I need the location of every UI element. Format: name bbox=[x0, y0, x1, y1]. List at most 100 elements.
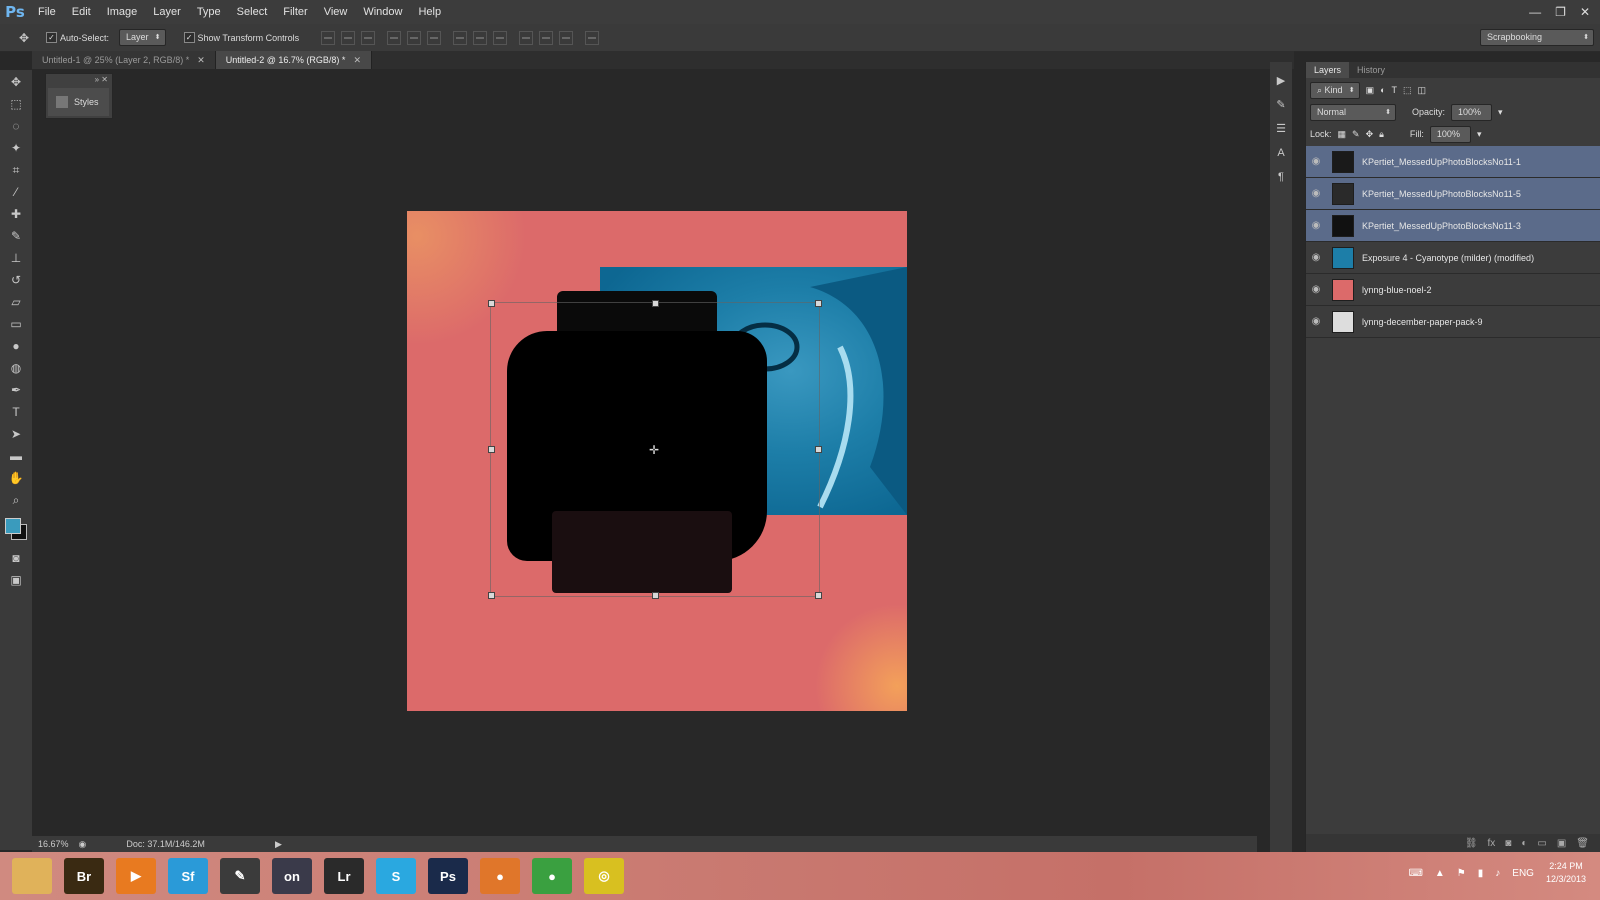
taskbar-app-firefox[interactable]: ● bbox=[480, 858, 520, 894]
keyboard-icon[interactable]: ⌨ bbox=[1408, 868, 1422, 879]
taskbar-app-other-app[interactable]: ◎ bbox=[584, 858, 624, 894]
visibility-eye-icon[interactable]: ◉ bbox=[1306, 220, 1326, 231]
pen-tool-icon[interactable]: ✒ bbox=[6, 380, 26, 400]
link-layers-icon[interactable]: ⛓ bbox=[1465, 838, 1478, 849]
transform-handle[interactable] bbox=[815, 592, 822, 599]
distribute-right-icon[interactable] bbox=[559, 30, 574, 45]
taskbar-app-file-explorer[interactable] bbox=[12, 858, 52, 894]
close-icon[interactable]: ✕ bbox=[197, 51, 205, 69]
clone-stamp-tool-icon[interactable]: ⊥ bbox=[6, 248, 26, 268]
taskbar-app-chrome[interactable]: ● bbox=[532, 858, 572, 894]
tray-arrow-icon[interactable]: ▲ bbox=[1435, 868, 1445, 879]
lock-all-icon[interactable]: 🔒︎ bbox=[1379, 129, 1384, 140]
dodge-tool-icon[interactable]: ◍ bbox=[6, 358, 26, 378]
add-mask-icon[interactable]: ◙ bbox=[1505, 838, 1511, 849]
menu-layer[interactable]: Layer bbox=[145, 0, 189, 24]
auto-align-icon[interactable] bbox=[585, 30, 600, 45]
trash-icon[interactable]: 🗑︎ bbox=[1576, 838, 1589, 849]
doc-tab-untitled-2[interactable]: Untitled-2 @ 16.7% (RGB/8) * ✕ bbox=[215, 51, 372, 69]
close-button[interactable]: ✕ bbox=[1580, 5, 1590, 19]
history-brush-tool-icon[interactable]: ↺ bbox=[6, 270, 26, 290]
opacity-input[interactable]: 100% bbox=[1451, 103, 1493, 121]
menu-image[interactable]: Image bbox=[99, 0, 146, 24]
crop-tool-icon[interactable]: ⌗ bbox=[6, 160, 26, 180]
marquee-tool-icon[interactable]: ⬚ bbox=[6, 94, 26, 114]
tab-layers[interactable]: Layers bbox=[1306, 62, 1350, 78]
restore-button[interactable]: ❐ bbox=[1555, 5, 1566, 19]
taskbar-app-skype[interactable]: S bbox=[376, 858, 416, 894]
opacity-arrow-icon[interactable]: ▾ bbox=[1498, 107, 1503, 118]
taskbar-app-bridge[interactable]: Br bbox=[64, 858, 104, 894]
taskbar-app-photoshop[interactable]: Ps bbox=[428, 858, 468, 894]
align-hcenter-icon[interactable] bbox=[407, 30, 422, 45]
transform-handle[interactable] bbox=[488, 446, 495, 453]
distribute-hcenter-icon[interactable] bbox=[539, 30, 554, 45]
flag-icon[interactable]: ⚑ bbox=[1457, 868, 1466, 879]
quick-mask-icon[interactable]: ◙ bbox=[6, 548, 26, 568]
lasso-tool-icon[interactable]: ◌ bbox=[6, 116, 26, 136]
fill-arrow-icon[interactable]: ▾ bbox=[1477, 129, 1482, 140]
show-transform-toggle[interactable]: ✓ Show Transform Controls bbox=[183, 32, 299, 43]
layer-row[interactable]: ◉ KPertiet_MessedUpPhotoBlocksNo11-1 bbox=[1306, 146, 1600, 178]
gradient-tool-icon[interactable]: ▭ bbox=[6, 314, 26, 334]
layer-row[interactable]: ◉ Exposure 4 - Cyanotype (milder) (modifi… bbox=[1306, 242, 1600, 274]
menu-window[interactable]: Window bbox=[355, 0, 410, 24]
minimize-button[interactable]: — bbox=[1529, 5, 1541, 19]
taskbar-app-pen-app[interactable]: ✎ bbox=[220, 858, 260, 894]
align-left-icon[interactable] bbox=[387, 30, 402, 45]
lock-image-icon[interactable]: ✎ bbox=[1352, 129, 1360, 140]
zoom-tool-icon[interactable]: ⌕ bbox=[6, 490, 26, 510]
close-icon[interactable]: ✕ bbox=[353, 51, 361, 69]
volume-icon[interactable]: ♪ bbox=[1495, 868, 1500, 879]
tab-history[interactable]: History bbox=[1349, 62, 1393, 78]
menu-filter[interactable]: Filter bbox=[275, 0, 315, 24]
eyedropper-tool-icon[interactable]: ⁄ bbox=[6, 182, 26, 202]
align-bottom-icon[interactable] bbox=[361, 30, 376, 45]
new-layer-icon[interactable]: ▣ bbox=[1557, 838, 1566, 849]
taskbar-app-lightroom[interactable]: Lr bbox=[324, 858, 364, 894]
crosshair-icon[interactable]: ✛ bbox=[649, 443, 659, 457]
rectangle-tool-icon[interactable]: ▬ bbox=[6, 446, 26, 466]
align-top-icon[interactable] bbox=[321, 30, 336, 45]
checkbox-icon[interactable]: ✓ bbox=[46, 32, 57, 43]
transform-handle[interactable] bbox=[815, 446, 822, 453]
document-canvas[interactable]: ✛ bbox=[407, 211, 907, 711]
auto-select-toggle[interactable]: ✓ Auto-Select: bbox=[46, 32, 109, 43]
brush-tool-icon[interactable]: ✎ bbox=[6, 226, 26, 246]
zoom-level[interactable]: 16.67% bbox=[38, 839, 69, 849]
new-group-icon[interactable]: ▭ bbox=[1537, 838, 1546, 849]
layer-row[interactable]: ◉ KPertiet_MessedUpPhotoBlocksNo11-5 bbox=[1306, 178, 1600, 210]
move-tool-preset-icon[interactable]: ✥ bbox=[14, 28, 34, 48]
menu-edit[interactable]: Edit bbox=[64, 0, 99, 24]
hand-tool-icon[interactable]: ✋ bbox=[6, 468, 26, 488]
visibility-eye-icon[interactable]: ◉ bbox=[1306, 188, 1326, 199]
fill-input[interactable]: 100% bbox=[1429, 125, 1471, 143]
filter-smart-object-icon[interactable]: ◫ bbox=[1418, 85, 1427, 96]
menu-type[interactable]: Type bbox=[189, 0, 229, 24]
status-menu-arrow-icon[interactable]: ▶ bbox=[275, 839, 282, 850]
align-right-icon[interactable] bbox=[427, 30, 442, 45]
fx-icon[interactable]: fx bbox=[1488, 838, 1496, 849]
distribute-vcenter-icon[interactable] bbox=[473, 30, 488, 45]
type-tool-icon[interactable]: T bbox=[6, 402, 26, 422]
doc-tab-untitled-1[interactable]: Untitled-1 @ 25% (Layer 2, RGB/8) * ✕ bbox=[32, 51, 216, 69]
transform-bounding-box[interactable]: ✛ bbox=[488, 300, 822, 599]
filter-type-icon[interactable]: T bbox=[1392, 85, 1398, 95]
healing-brush-tool-icon[interactable]: ✚ bbox=[6, 204, 26, 224]
close-icon[interactable]: » ✕ bbox=[95, 75, 108, 84]
foreground-color-swatch[interactable] bbox=[5, 518, 21, 534]
character-icon[interactable]: A bbox=[1272, 144, 1290, 162]
path-selection-tool-icon[interactable]: ➤ bbox=[6, 424, 26, 444]
checkbox-icon[interactable]: ✓ bbox=[183, 32, 195, 43]
eraser-tool-icon[interactable]: ▱ bbox=[6, 292, 26, 312]
tool-presets-icon[interactable]: ✎ bbox=[1272, 96, 1290, 114]
menu-view[interactable]: View bbox=[316, 0, 356, 24]
transform-handle[interactable] bbox=[652, 592, 659, 599]
layer-row[interactable]: ◉ lynng-december-paper-pack-9 bbox=[1306, 306, 1600, 338]
lock-position-icon[interactable]: ✥ bbox=[1366, 129, 1374, 140]
transform-handle[interactable] bbox=[488, 300, 495, 307]
distribute-bottom-icon[interactable] bbox=[493, 30, 508, 45]
visibility-eye-icon[interactable]: ◉ bbox=[1306, 252, 1326, 263]
filter-shape-icon[interactable]: ⬚ bbox=[1403, 85, 1412, 96]
auto-select-dropdown[interactable]: Layer ⬍ bbox=[119, 29, 166, 46]
